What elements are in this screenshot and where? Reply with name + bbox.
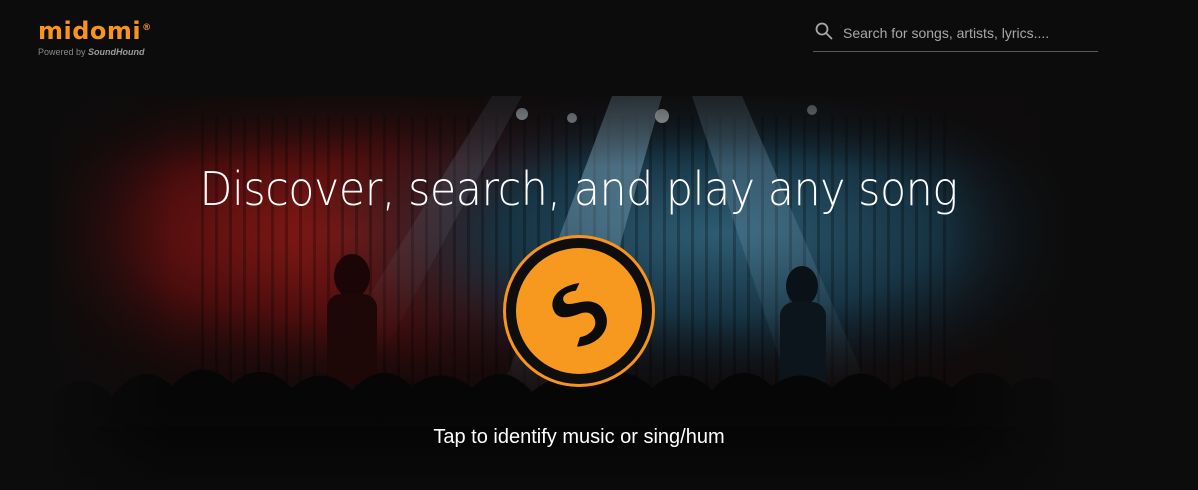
identify-button-face[interactable] [516,248,642,374]
search-input[interactable] [841,19,1095,47]
midomi-logo[interactable]: midomi® Powered by SoundHound [38,14,152,57]
identify-music-button[interactable] [506,238,652,384]
search-icon[interactable] [815,22,833,40]
powered-by: Powered by SoundHound [38,47,152,57]
page: midomi® Powered by SoundHound Discover, … [0,0,1198,490]
powered-by-label: Powered by [38,47,86,57]
search-bar[interactable] [813,14,1098,52]
hero-headline: Discover, search, and play any song [199,162,959,216]
soundhound-logo-icon [552,282,607,347]
logo-trademark: ® [142,23,152,33]
logo-text: midomi [38,17,142,45]
header: midomi® Powered by SoundHound [0,0,1198,80]
powered-by-brand: SoundHound [88,47,145,57]
tap-instruction: Tap to identify music or sing/hum [433,426,725,448]
